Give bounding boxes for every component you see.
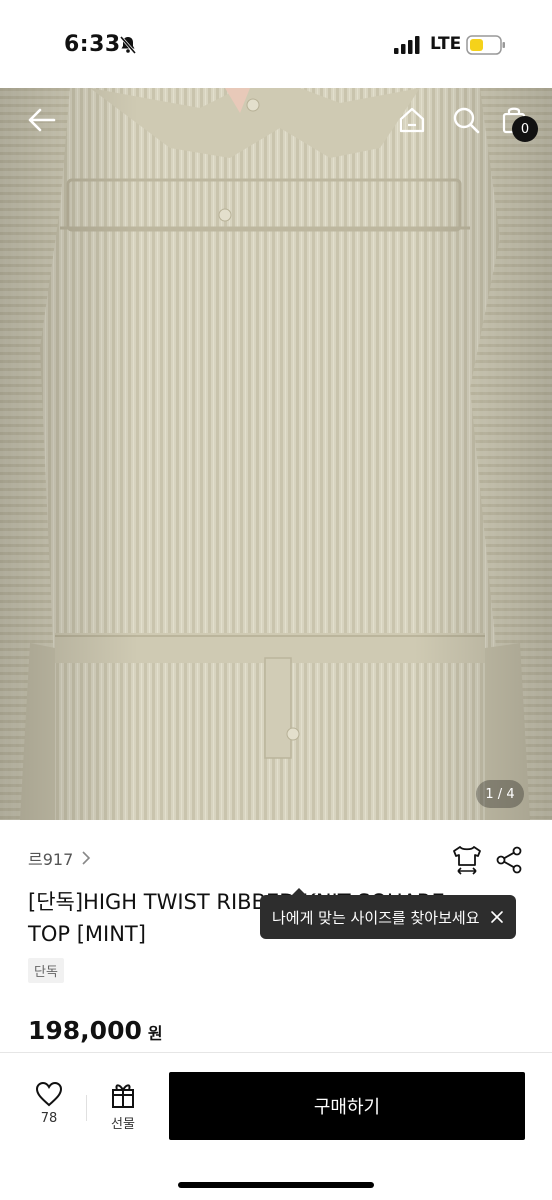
close-icon[interactable]: [488, 908, 506, 926]
like-button[interactable]: 78: [22, 1081, 76, 1137]
share-button[interactable]: [494, 845, 524, 875]
network-label: LTE: [430, 34, 462, 54]
price-currency: 원: [147, 1024, 163, 1043]
brand-name: 르917: [28, 850, 74, 869]
battery-icon: [466, 35, 505, 55]
image-page-indicator: 1 / 4: [476, 780, 524, 808]
chevron-right-icon: [82, 851, 91, 865]
divider: [86, 1095, 87, 1121]
product-image-carousel[interactable]: 0 1 / 4: [0, 88, 552, 820]
exclusive-tag: 단독: [28, 958, 64, 983]
cart-count-badge: 0: [512, 116, 538, 142]
size-guide-button[interactable]: [450, 845, 484, 875]
tooltip-text: 나에게 맞는 사이즈를 찾아보세요: [272, 908, 480, 927]
back-arrow-icon: [28, 108, 56, 132]
product-image: [0, 88, 552, 820]
brand-link[interactable]: 르917: [28, 846, 91, 870]
gift-button[interactable]: 선물: [96, 1081, 150, 1137]
price-row: 198,000 원: [28, 1016, 163, 1045]
status-bar: 6:33 LTE: [0, 0, 552, 88]
buy-button[interactable]: 구매하기: [169, 1072, 525, 1140]
gift-icon: [112, 1084, 134, 1108]
shirt-size-icon: [453, 846, 481, 875]
search-button[interactable]: [446, 100, 486, 140]
bell-slash-icon: [119, 36, 137, 54]
status-time: 6:33: [64, 32, 121, 57]
size-tooltip: 나에게 맞는 사이즈를 찾아보세요: [260, 888, 516, 939]
heart-icon: [35, 1081, 63, 1107]
price-value: 198,000: [28, 1016, 142, 1045]
gift-label: 선물: [111, 1117, 135, 1132]
purchase-bar: 78 선물 구매하기: [0, 1052, 552, 1200]
home-icon: [399, 107, 425, 133]
tooltip-arrow: [292, 888, 306, 895]
back-button[interactable]: [22, 100, 62, 140]
search-icon: [453, 107, 480, 134]
home-button[interactable]: [392, 100, 432, 140]
like-count: 78: [40, 1111, 58, 1126]
share-icon: [496, 846, 522, 874]
signal-icon: [394, 36, 420, 54]
home-indicator: [178, 1182, 374, 1188]
